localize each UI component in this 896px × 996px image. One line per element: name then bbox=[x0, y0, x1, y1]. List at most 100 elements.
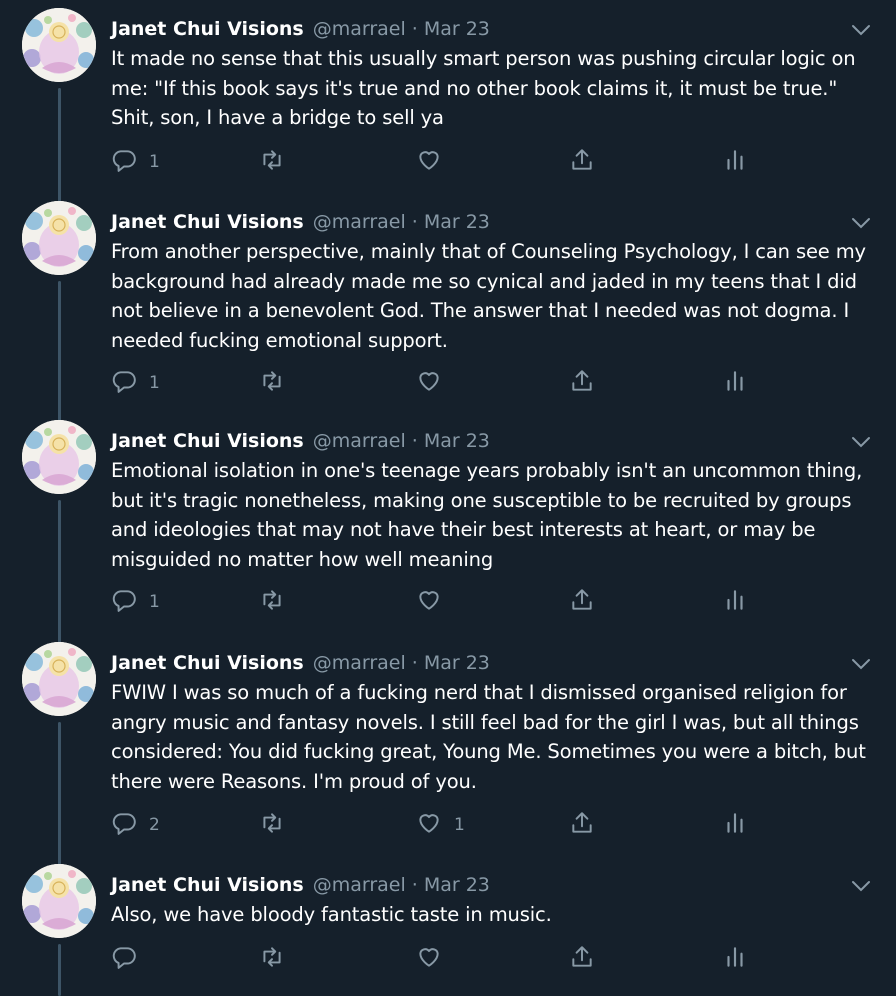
reply-button[interactable]: 2 bbox=[111, 811, 160, 839]
like-button[interactable] bbox=[416, 588, 454, 616]
retweet-button[interactable] bbox=[259, 148, 297, 176]
tweet-date[interactable]: Mar 23 bbox=[424, 14, 490, 44]
share-button[interactable] bbox=[569, 148, 595, 176]
share-icon bbox=[569, 810, 595, 841]
chevron-down-icon[interactable] bbox=[850, 22, 872, 38]
tweet-text: FWIW I was so much of a fucking nerd tha… bbox=[111, 681, 866, 793]
avatar-column bbox=[22, 420, 96, 654]
reply-count: 2 bbox=[149, 815, 160, 835]
separator-dot: · bbox=[411, 652, 418, 674]
thread-connector-line bbox=[58, 722, 61, 876]
retweet-icon bbox=[259, 810, 285, 841]
tweet-header: Janet Chui Visions @marrael · Mar 23 bbox=[111, 207, 490, 237]
display-name[interactable]: Janet Chui Visions bbox=[111, 207, 304, 237]
share-button[interactable] bbox=[569, 811, 595, 839]
retweet-button[interactable] bbox=[259, 811, 297, 839]
user-handle[interactable]: @marrael bbox=[313, 426, 406, 456]
tweet-text: It made no sense that this usually smart… bbox=[111, 47, 856, 129]
reply-count: 1 bbox=[149, 592, 160, 612]
avatar[interactable] bbox=[22, 642, 96, 716]
display-name[interactable]: Janet Chui Visions bbox=[111, 426, 304, 456]
tweet-header: Janet Chui Visions @marrael · Mar 23 bbox=[111, 648, 490, 678]
tweet-date[interactable]: Mar 23 bbox=[424, 870, 490, 900]
avatar-illustration bbox=[22, 420, 96, 494]
avatar[interactable] bbox=[22, 8, 96, 82]
avatar[interactable] bbox=[22, 864, 96, 938]
like-button[interactable] bbox=[416, 369, 454, 397]
tweet-actions: 1 bbox=[111, 369, 751, 397]
chevron-down-icon[interactable] bbox=[850, 215, 872, 231]
tweet-date[interactable]: Mar 23 bbox=[424, 648, 490, 678]
tweet-thread: Janet Chui Visions @marrael · Mar 23 It … bbox=[0, 0, 896, 996]
tweet-text: Also, we have bloody fantastic taste in … bbox=[111, 903, 552, 926]
display-name[interactable]: Janet Chui Visions bbox=[111, 648, 304, 678]
tweet-text: Emotional isolation in one's teenage yea… bbox=[111, 459, 863, 571]
thread-connector-line bbox=[58, 944, 61, 996]
like-button[interactable] bbox=[416, 945, 454, 973]
tweet-date[interactable]: Mar 23 bbox=[424, 426, 490, 456]
analytics-button[interactable] bbox=[722, 148, 748, 176]
display-name[interactable]: Janet Chui Visions bbox=[111, 14, 304, 44]
analytics-button[interactable] bbox=[722, 811, 748, 839]
tweet-actions: 1 bbox=[111, 148, 751, 176]
tweet[interactable]: Janet Chui Visions @marrael · Mar 23 Fro… bbox=[0, 201, 896, 432]
analytics-icon bbox=[722, 944, 748, 975]
retweet-button[interactable] bbox=[259, 588, 297, 616]
share-button[interactable] bbox=[569, 369, 595, 397]
retweet-icon bbox=[259, 944, 285, 975]
separator-dot: · bbox=[411, 211, 418, 233]
reply-count: 1 bbox=[149, 152, 160, 172]
avatar[interactable] bbox=[22, 201, 96, 275]
retweet-icon bbox=[259, 147, 285, 178]
separator-dot: · bbox=[411, 430, 418, 452]
share-button[interactable] bbox=[569, 945, 595, 973]
reply-icon bbox=[111, 810, 137, 841]
reply-icon bbox=[111, 368, 137, 399]
tweet-actions bbox=[111, 945, 751, 973]
share-button[interactable] bbox=[569, 588, 595, 616]
avatar-column bbox=[22, 8, 96, 220]
reply-count: 1 bbox=[149, 373, 160, 393]
separator-dot: · bbox=[411, 874, 418, 896]
user-handle[interactable]: @marrael bbox=[313, 207, 406, 237]
analytics-button[interactable] bbox=[722, 945, 748, 973]
chevron-down-icon[interactable] bbox=[850, 434, 872, 450]
reply-icon bbox=[111, 944, 137, 975]
chevron-down-icon[interactable] bbox=[850, 878, 872, 894]
analytics-button[interactable] bbox=[722, 369, 748, 397]
like-icon bbox=[416, 147, 442, 178]
avatar[interactable] bbox=[22, 420, 96, 494]
like-button[interactable]: 1 bbox=[416, 811, 465, 839]
retweet-button[interactable] bbox=[259, 945, 297, 973]
avatar-column bbox=[22, 201, 96, 432]
user-handle[interactable]: @marrael bbox=[313, 870, 406, 900]
analytics-icon bbox=[722, 368, 748, 399]
share-icon bbox=[569, 147, 595, 178]
display-name[interactable]: Janet Chui Visions bbox=[111, 870, 304, 900]
like-icon bbox=[416, 810, 442, 841]
share-icon bbox=[569, 587, 595, 618]
like-button[interactable] bbox=[416, 148, 454, 176]
like-icon bbox=[416, 944, 442, 975]
retweet-icon bbox=[259, 587, 285, 618]
chevron-down-icon[interactable] bbox=[850, 656, 872, 672]
tweet[interactable]: Janet Chui Visions @marrael · Mar 23 Als… bbox=[0, 864, 896, 996]
tweet[interactable]: Janet Chui Visions @marrael · Mar 23 FWI… bbox=[0, 642, 896, 876]
tweet-date[interactable]: Mar 23 bbox=[424, 207, 490, 237]
tweet[interactable]: Janet Chui Visions @marrael · Mar 23 It … bbox=[0, 8, 896, 220]
user-handle[interactable]: @marrael bbox=[313, 648, 406, 678]
reply-button[interactable]: 1 bbox=[111, 588, 160, 616]
reply-button[interactable] bbox=[111, 945, 149, 973]
tweet[interactable]: Janet Chui Visions @marrael · Mar 23 Emo… bbox=[0, 420, 896, 654]
tweet-header: Janet Chui Visions @marrael · Mar 23 bbox=[111, 426, 490, 456]
reply-button[interactable]: 1 bbox=[111, 148, 160, 176]
reply-button[interactable]: 1 bbox=[111, 369, 160, 397]
thread-connector-line bbox=[58, 500, 61, 654]
tweet-text: From another perspective, mainly that of… bbox=[111, 240, 866, 352]
reply-icon bbox=[111, 147, 137, 178]
analytics-button[interactable] bbox=[722, 588, 748, 616]
share-icon bbox=[569, 368, 595, 399]
tweet-header: Janet Chui Visions @marrael · Mar 23 bbox=[111, 14, 490, 44]
user-handle[interactable]: @marrael bbox=[313, 14, 406, 44]
retweet-button[interactable] bbox=[259, 369, 297, 397]
